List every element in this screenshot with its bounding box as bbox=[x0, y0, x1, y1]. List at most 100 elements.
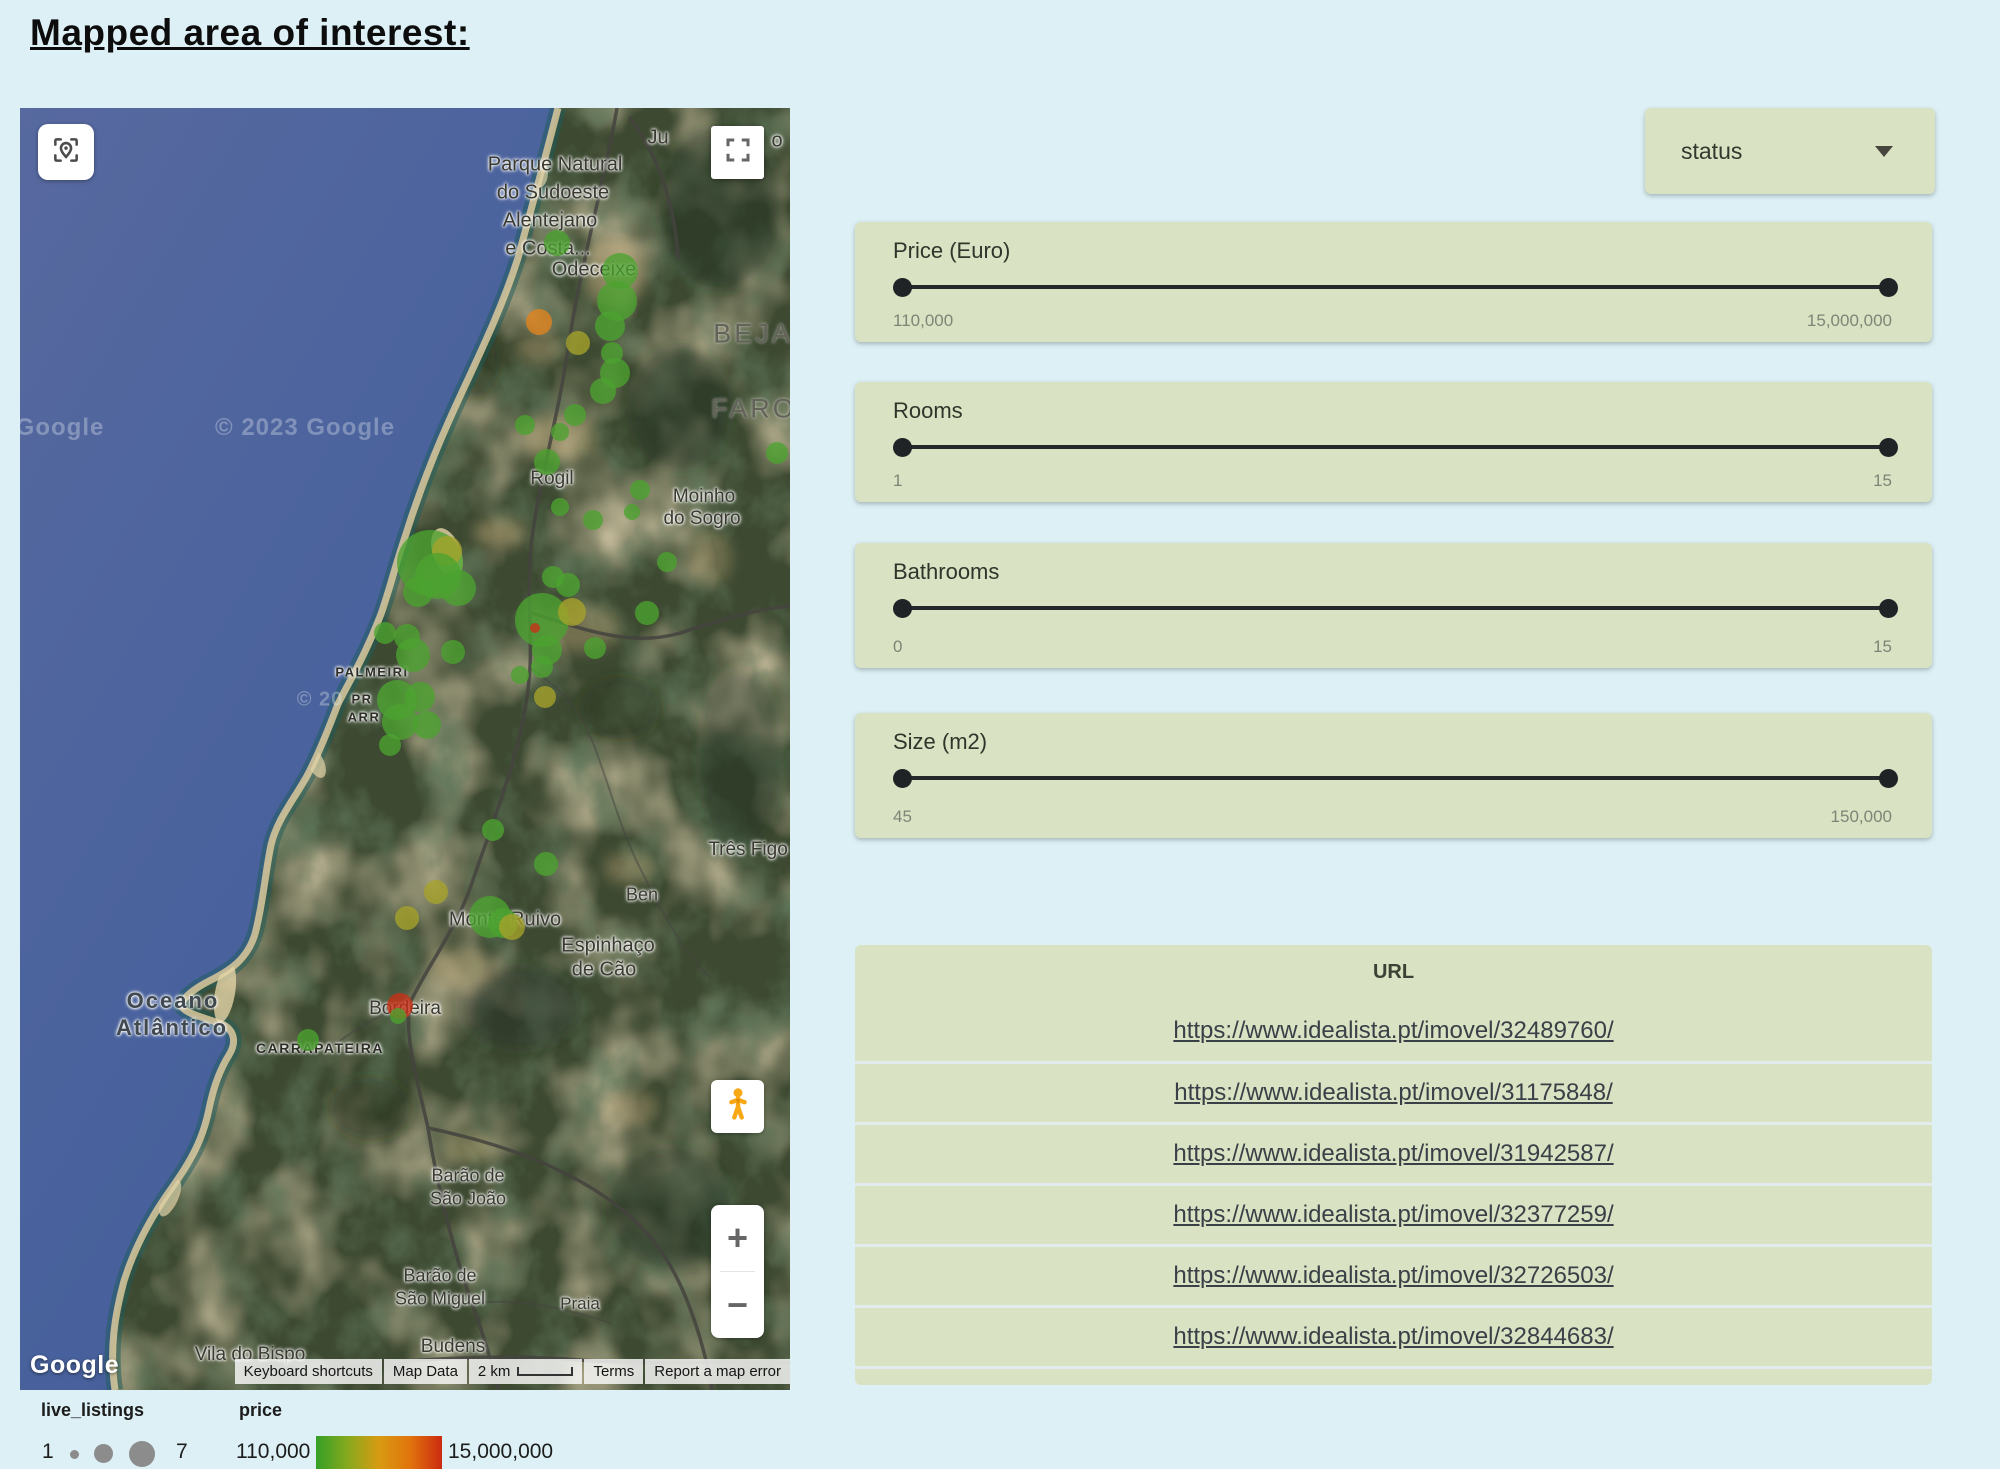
listing-marker[interactable] bbox=[590, 378, 616, 404]
map-place-label: BEJA bbox=[713, 319, 790, 350]
report-map-error-link[interactable]: Report a map error bbox=[645, 1359, 790, 1384]
map-place-label: © 2023 Google bbox=[215, 414, 395, 442]
filter-panel: Bathrooms 0 15 bbox=[855, 543, 1932, 668]
listing-marker[interactable] bbox=[390, 1008, 406, 1024]
map-place-label: Moinho bbox=[673, 486, 735, 508]
listing-url-link[interactable]: https://www.idealista.pt/imovel/31942587… bbox=[1173, 1140, 1613, 1168]
listing-marker[interactable] bbox=[413, 711, 441, 739]
map-place-label: FARO bbox=[711, 394, 790, 425]
table-row: https://www.idealista.pt/imovel/32377259… bbox=[855, 1183, 1932, 1244]
listing-marker[interactable] bbox=[558, 598, 586, 626]
listing-marker[interactable] bbox=[624, 504, 640, 520]
map-place-label: Espinhaço bbox=[561, 935, 654, 958]
map-place-label: de Cão bbox=[572, 959, 637, 982]
listing-marker[interactable] bbox=[526, 309, 552, 335]
slider-handle-min[interactable] bbox=[893, 769, 912, 788]
scale-bar bbox=[517, 1367, 573, 1376]
map-place-label: Ben bbox=[626, 885, 658, 906]
filter-panel: Price (Euro) 110,000 15,000,000 bbox=[855, 222, 1932, 342]
listing-marker[interactable] bbox=[379, 734, 401, 756]
legend-size-min: 1 bbox=[42, 1440, 54, 1464]
map-place-label: Três Figo bbox=[708, 839, 788, 861]
listing-url-link[interactable]: https://www.idealista.pt/imovel/31175848… bbox=[1174, 1079, 1612, 1107]
slider-handle-max[interactable] bbox=[1879, 599, 1898, 618]
range-slider[interactable] bbox=[902, 284, 1889, 290]
listing-marker[interactable] bbox=[657, 552, 677, 572]
listing-marker[interactable] bbox=[395, 906, 419, 930]
listing-url-link[interactable]: https://www.idealista.pt/imovel/32726503… bbox=[1173, 1262, 1613, 1290]
listing-marker[interactable] bbox=[595, 311, 625, 341]
zoom-in-button[interactable]: + bbox=[711, 1205, 764, 1271]
listings-table: URL https://www.idealista.pt/imovel/3248… bbox=[855, 945, 1932, 1385]
listing-marker[interactable] bbox=[566, 331, 590, 355]
listing-marker[interactable] bbox=[556, 573, 580, 597]
listing-marker[interactable] bbox=[499, 914, 525, 940]
range-slider[interactable] bbox=[902, 444, 1889, 450]
listing-url-link[interactable]: https://www.idealista.pt/imovel/32049204… bbox=[1173, 1384, 1613, 1385]
table-row: https://www.idealista.pt/imovel/32844683… bbox=[855, 1305, 1932, 1366]
slider-handle-min[interactable] bbox=[893, 278, 912, 297]
zoom-control[interactable]: + − bbox=[711, 1205, 764, 1338]
map-attribution-bar: Keyboard shortcuts Map Data 2 km Terms R… bbox=[233, 1359, 790, 1384]
slider-handle-max[interactable] bbox=[1879, 278, 1898, 297]
listing-marker[interactable] bbox=[441, 640, 465, 664]
listing-marker[interactable] bbox=[635, 601, 659, 625]
map-place-label: do Sogro bbox=[663, 508, 740, 530]
legend-price-min: 110,000 bbox=[236, 1440, 310, 1464]
listing-marker[interactable] bbox=[440, 570, 476, 606]
slider-max-value: 15,000,000 bbox=[1807, 311, 1892, 331]
listing-marker[interactable] bbox=[583, 510, 603, 530]
status-dropdown[interactable]: status bbox=[1645, 108, 1935, 194]
listing-marker[interactable] bbox=[551, 423, 569, 441]
listing-marker[interactable] bbox=[551, 498, 569, 516]
listing-marker[interactable] bbox=[297, 1029, 319, 1051]
zoom-out-button[interactable]: − bbox=[711, 1272, 764, 1338]
range-slider[interactable] bbox=[902, 605, 1889, 611]
listing-marker[interactable] bbox=[544, 230, 570, 256]
slider-track[interactable] bbox=[902, 776, 1889, 780]
listing-marker[interactable] bbox=[396, 638, 430, 672]
fullscreen-button[interactable] bbox=[711, 126, 764, 179]
slider-max-value: 150,000 bbox=[1831, 807, 1892, 827]
listing-marker[interactable] bbox=[534, 449, 560, 475]
range-slider[interactable] bbox=[902, 775, 1889, 781]
pegman-button[interactable] bbox=[711, 1080, 764, 1133]
google-logo: Google bbox=[30, 1351, 119, 1380]
slider-track[interactable] bbox=[902, 606, 1889, 610]
price-gradient bbox=[316, 1436, 442, 1469]
slider-handle-min[interactable] bbox=[893, 438, 912, 457]
listing-marker[interactable] bbox=[482, 819, 504, 841]
table-row: https://www.idealista.pt/imovel/32489760… bbox=[855, 1000, 1932, 1061]
listing-marker[interactable] bbox=[515, 415, 535, 435]
slider-track[interactable] bbox=[902, 285, 1889, 289]
listing-marker[interactable] bbox=[630, 480, 650, 500]
listing-marker[interactable] bbox=[530, 623, 540, 633]
map-place-label: PALMEIRI bbox=[335, 665, 408, 680]
listing-url-link[interactable]: https://www.idealista.pt/imovel/32377259… bbox=[1173, 1201, 1613, 1229]
satellite-map[interactable]: Parque Natural do Sudoeste Alentejano e … bbox=[20, 108, 790, 1390]
listing-marker[interactable] bbox=[531, 656, 553, 678]
listing-marker[interactable] bbox=[584, 637, 606, 659]
listing-url-link[interactable]: https://www.idealista.pt/imovel/32844683… bbox=[1173, 1323, 1613, 1351]
slider-handle-max[interactable] bbox=[1879, 438, 1898, 457]
map-place-label: © 20 bbox=[297, 689, 344, 712]
listing-marker[interactable] bbox=[403, 577, 433, 607]
listing-marker[interactable] bbox=[534, 852, 558, 876]
listing-url-link[interactable]: https://www.idealista.pt/imovel/32489760… bbox=[1173, 1017, 1613, 1045]
slider-min-value: 45 bbox=[893, 807, 912, 827]
listing-marker[interactable] bbox=[424, 880, 448, 904]
slider-handle-max[interactable] bbox=[1879, 769, 1898, 788]
focus-markers-button[interactable] bbox=[38, 124, 94, 180]
map-place-label: CARRAPATEIRA bbox=[256, 1040, 384, 1056]
listing-marker[interactable] bbox=[534, 686, 556, 708]
terms-link[interactable]: Terms bbox=[584, 1359, 643, 1384]
map-place-label: Barão de bbox=[403, 1266, 476, 1287]
keyboard-shortcuts-link[interactable]: Keyboard shortcuts bbox=[235, 1359, 382, 1384]
slider-track[interactable] bbox=[902, 445, 1889, 449]
listing-marker[interactable] bbox=[374, 622, 396, 644]
listing-marker[interactable] bbox=[511, 666, 529, 684]
slider-handle-min[interactable] bbox=[893, 599, 912, 618]
listing-marker[interactable] bbox=[564, 404, 586, 426]
listing-marker[interactable] bbox=[766, 442, 788, 464]
map-data-link[interactable]: Map Data bbox=[384, 1359, 467, 1384]
